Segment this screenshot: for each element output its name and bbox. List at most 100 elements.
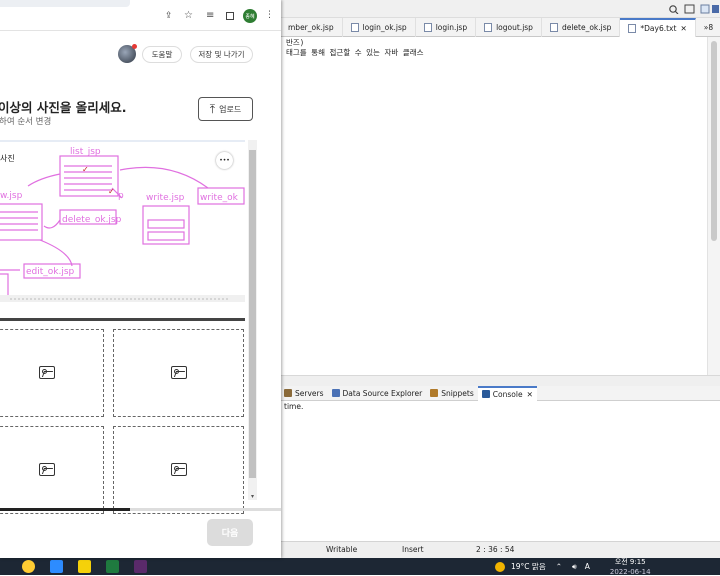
photo-label: p <box>118 191 124 201</box>
excel-taskbar-icon[interactable] <box>106 560 119 573</box>
clock-date[interactable]: 2022-06-14 <box>610 568 651 576</box>
image-icon <box>39 366 55 379</box>
scroll-down-icon[interactable]: ▾ <box>248 493 257 500</box>
console-view[interactable]: time. <box>280 401 720 541</box>
page-scrollbar[interactable]: ▾ <box>248 140 257 500</box>
servers-icon <box>284 389 292 397</box>
tab-label: Snippets <box>441 388 474 398</box>
eclipse-toolbar <box>280 0 720 18</box>
uploaded-photo-card[interactable]: 사진 ••• list_jsp write.jsp write_ok w.jsp… <box>0 140 245 322</box>
ime-indicator[interactable]: A <box>585 562 590 571</box>
close-icon[interactable]: ✕ <box>527 390 533 399</box>
windows-taskbar: 19°C 맑음 ⌃ 🔊︎ A 오전 9:15 2022-06-14 <box>0 558 720 576</box>
photo-label: w.jsp <box>0 191 23 201</box>
status-bar: Writable Insert 2 : 36 : 54 <box>280 541 720 558</box>
zoom-taskbar-icon[interactable] <box>50 560 63 573</box>
user-avatar[interactable] <box>118 44 137 63</box>
more-tabs[interactable]: »8 <box>696 18 720 37</box>
photo-slot[interactable] <box>113 329 244 417</box>
database-icon <box>331 389 340 397</box>
eclipse-taskbar-icon[interactable] <box>134 560 147 573</box>
next-button[interactable]: 다음 <box>207 519 253 546</box>
jsp-file-icon <box>549 22 558 32</box>
tab-label: Data Source Explorer <box>342 388 423 398</box>
menu-icon[interactable]: ⋮ <box>265 10 274 20</box>
upload-label: 업로드 <box>219 104 242 114</box>
tab-label: Servers <box>295 388 324 398</box>
status-position: 2 : 36 : 54 <box>476 545 515 554</box>
photo-label: list_jsp <box>70 147 101 157</box>
image-icon <box>170 366 187 379</box>
handwritten-diagram-photo: list_jsp write.jsp write_ok w.jsp delete… <box>0 147 245 322</box>
volume-icon[interactable]: 🔊︎ <box>572 562 577 572</box>
tab-label: logout.jsp <box>496 22 533 32</box>
photo-slot[interactable] <box>0 426 104 514</box>
help-button[interactable]: 도움말 <box>142 46 182 63</box>
tab-servers[interactable]: Servers <box>280 389 328 398</box>
progress-bar <box>0 508 130 511</box>
jsp-file-icon <box>484 22 493 32</box>
tab-label: mber_ok.jsp <box>288 22 334 32</box>
scroll-thumb[interactable] <box>249 150 256 478</box>
notification-dot <box>132 44 137 49</box>
tab-label: *Day6.txt <box>640 23 677 33</box>
tab-label: »8 <box>703 22 714 32</box>
reading-list-icon[interactable]: ≡ <box>206 10 214 21</box>
clock-time[interactable]: 오전 9:15 <box>610 558 651 566</box>
status-writable: Writable <box>326 545 358 554</box>
tab-data-source-explorer[interactable]: Data Source Explorer <box>328 389 427 398</box>
horizontal-scrollbar[interactable] <box>280 375 720 386</box>
tab-strip <box>0 0 130 7</box>
upload-icon: ⤒ <box>209 101 216 116</box>
tab-delete-ok[interactable]: delete_ok.jsp <box>542 17 621 37</box>
jsp-file-icon <box>423 22 432 32</box>
tab-console[interactable]: Console ✕ <box>477 385 537 401</box>
tab-login-ok[interactable]: login_ok.jsp <box>343 17 416 37</box>
tab-member-ok[interactable]: mber_ok.jsp <box>280 17 343 37</box>
views-tab-bar: Servers Data Source Explorer Snippets Co… <box>280 385 720 401</box>
photo-label: write_ok <box>200 193 239 203</box>
tab-day6[interactable]: *Day6.txt ✕ <box>620 17 696 37</box>
chrome-window: ⇪ ☆ ≡ 종혜 ⋮ 도움말 저장 및 나가기 이상의 사진을 올리세요. 하여… <box>0 0 281 558</box>
page-subtitle: 하여 순서 변경 <box>0 117 52 127</box>
editor-scrollbar[interactable] <box>707 37 720 375</box>
tab-login[interactable]: login.jsp <box>416 17 477 37</box>
jsp-file-icon <box>350 22 359 32</box>
bookmark-star-icon[interactable]: ☆ <box>184 10 193 21</box>
check-mark-icon: ✓ <box>108 187 115 196</box>
photo-label: write.jsp <box>146 193 185 203</box>
image-icon <box>39 463 55 476</box>
sun-icon <box>495 561 505 572</box>
share-icon[interactable]: ⇪ <box>165 11 173 21</box>
tab-label: Console <box>492 389 523 399</box>
chrome-toolbar: ⇪ ☆ ≡ 종혜 ⋮ <box>0 0 281 31</box>
status-insert: Insert <box>402 545 424 554</box>
close-icon[interactable]: ✕ <box>680 24 686 33</box>
progress-track <box>130 508 281 511</box>
tab-snippets[interactable]: Snippets <box>426 389 478 398</box>
photo-slot[interactable] <box>0 329 104 417</box>
tab-label: login.jsp <box>435 22 468 32</box>
kakaotalk-taskbar-icon[interactable] <box>78 560 91 573</box>
chrome-taskbar-icon[interactable] <box>22 560 35 573</box>
check-mark-icon: ✓ <box>82 165 89 174</box>
tab-logout[interactable]: logout.jsp <box>476 17 542 37</box>
window-controls[interactable] <box>668 4 720 14</box>
text-file-icon <box>628 23 637 33</box>
upload-button[interactable]: ⤒ 업로드 <box>198 97 253 121</box>
save-exit-button[interactable]: 저장 및 나가기 <box>190 46 253 63</box>
scroll-thumb[interactable] <box>711 41 717 241</box>
page-title: 이상의 사진을 올리세요. <box>0 100 127 115</box>
text-editor[interactable]: 반즈) 태그를 통해 접근할 수 있는 자바 클래스 <box>280 37 707 375</box>
chevron-up-icon[interactable]: ⌃ <box>556 562 562 571</box>
photo-slot[interactable] <box>113 426 244 514</box>
tab-label: delete_ok.jsp <box>561 22 612 32</box>
profile-avatar[interactable]: 종혜 <box>243 9 257 23</box>
console-icon <box>481 390 490 398</box>
editor-line: 태그를 통해 접근할 수 있는 자바 클래스 <box>286 48 424 57</box>
weather-text[interactable]: 19°C 맑음 <box>511 561 546 572</box>
snippets-icon <box>430 389 439 397</box>
image-icon <box>170 463 187 476</box>
side-panel-icon[interactable] <box>226 12 234 20</box>
tab-label: login_ok.jsp <box>362 22 407 32</box>
